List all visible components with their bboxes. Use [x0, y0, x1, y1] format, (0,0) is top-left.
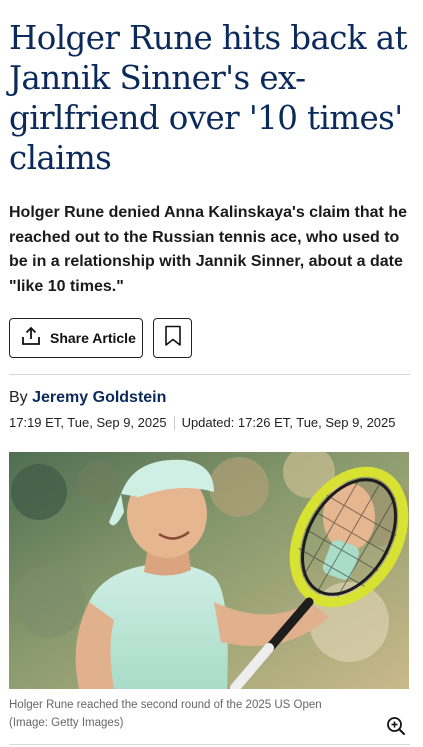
- updated-time: Updated: 17:26 ET, Tue, Sep 9, 2025: [181, 415, 396, 430]
- bookmark-button[interactable]: [153, 318, 192, 358]
- share-article-label: Share Article: [50, 330, 136, 346]
- image-credit: (Image: Getty Images): [9, 717, 124, 729]
- article-standfirst: Holger Rune denied Anna Kalinskaya's cla…: [9, 204, 407, 295]
- hero-image[interactable]: [9, 452, 409, 689]
- zoom-in-icon[interactable]: [386, 716, 406, 736]
- byline: By Jeremy Goldstein: [9, 389, 166, 407]
- image-caption: Holger Rune reached the second round of …: [9, 696, 322, 732]
- byline-prefix: By: [9, 389, 28, 406]
- published-time: 17:19 ET, Tue, Sep 9, 2025: [9, 415, 167, 430]
- share-article-button[interactable]: Share Article: [9, 318, 143, 358]
- bookmark-icon: [164, 325, 182, 352]
- article-dates: 17:19 ET, Tue, Sep 9, 2025 Updated: 17:2…: [9, 415, 396, 430]
- date-separator: [173, 415, 175, 430]
- share-upload-icon: [20, 325, 42, 352]
- author-link[interactable]: Jeremy Goldstein: [32, 389, 166, 406]
- article-headline: Holger Rune hits back at Jannik Sinner's…: [9, 19, 408, 177]
- byline-divider: [9, 374, 410, 375]
- caption-text: Holger Rune reached the second round of …: [9, 699, 322, 711]
- hero-photo-illustration: [9, 452, 409, 689]
- bottom-divider: [9, 744, 410, 745]
